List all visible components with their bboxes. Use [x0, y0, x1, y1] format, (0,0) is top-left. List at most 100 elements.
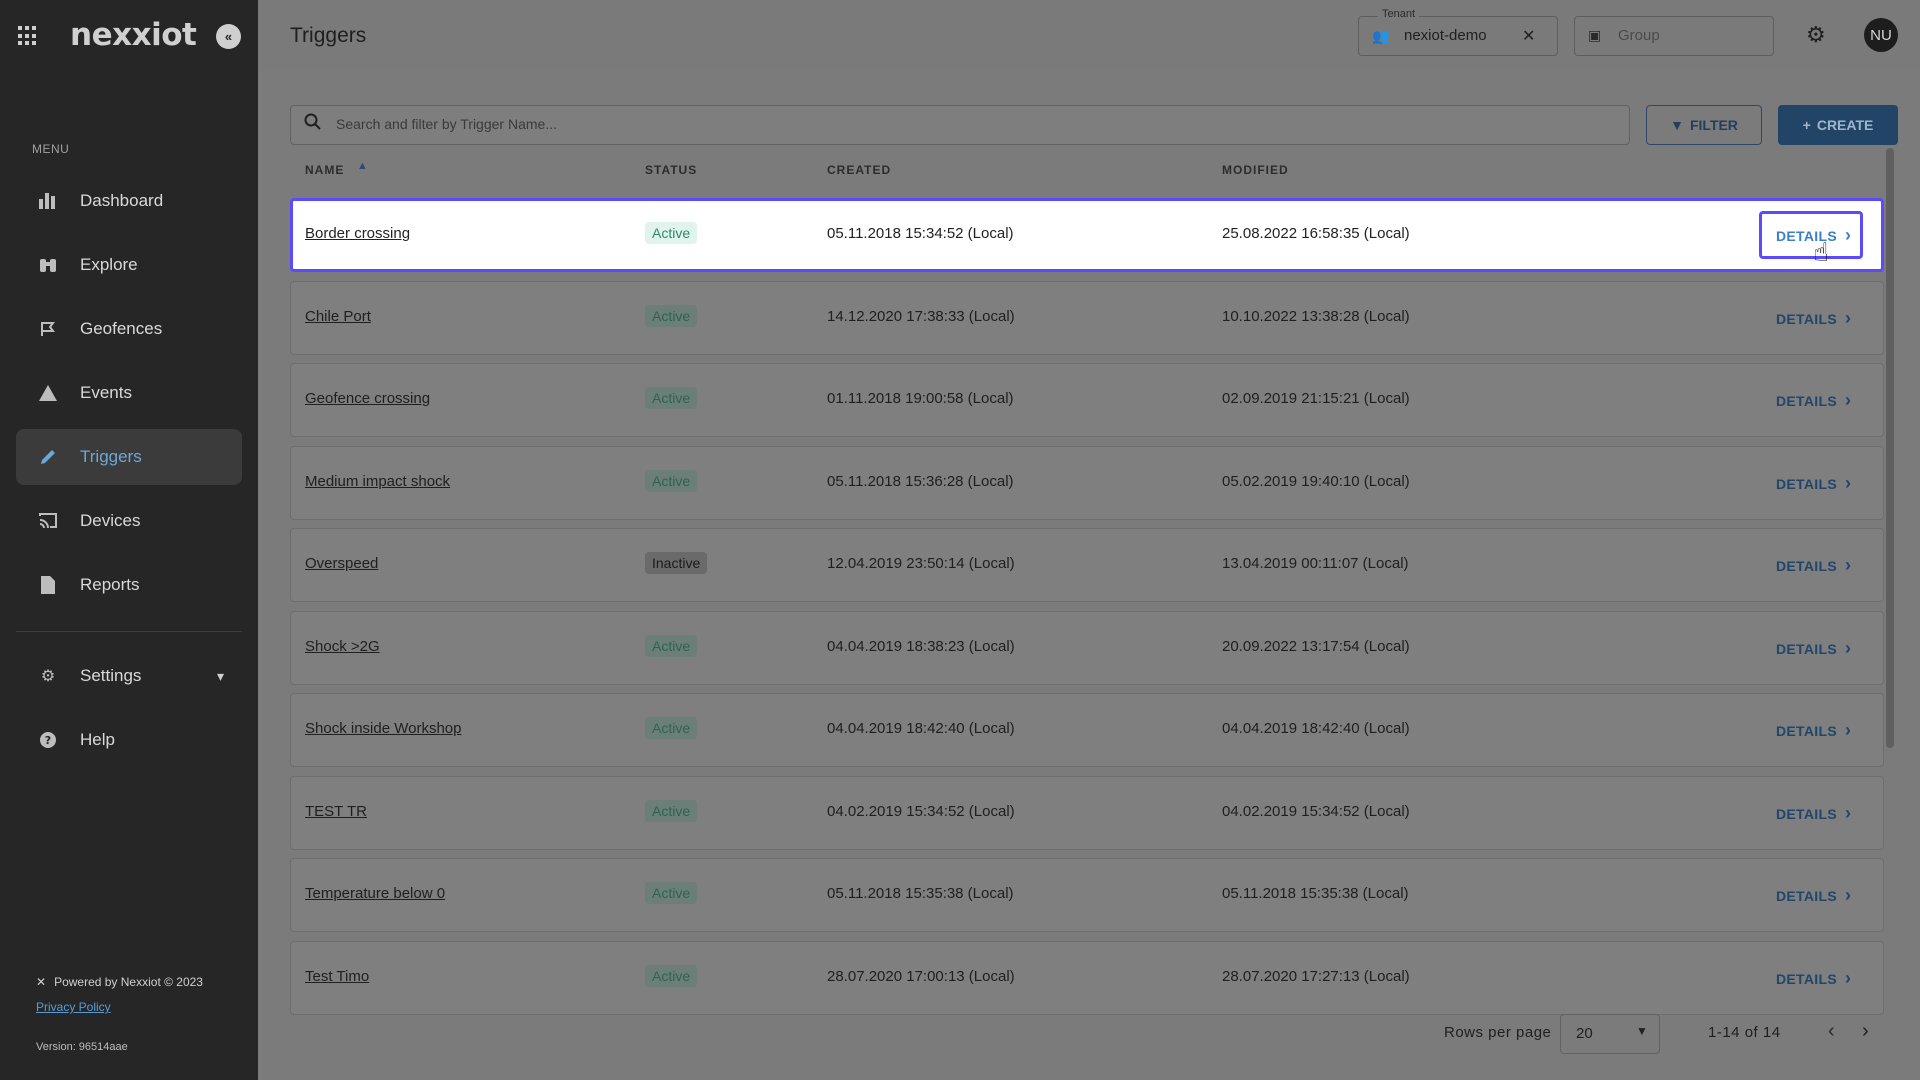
- status-badge: Active: [645, 800, 698, 822]
- table-row[interactable]: Chile Port Active 14.12.2020 17:38:33 (Loc…: [290, 281, 1884, 355]
- column-header-modified: MODIFIED: [1222, 163, 1289, 177]
- created-date: 12.04.2019 23:50:14 (Local): [827, 555, 1015, 572]
- table-row[interactable]: TEST TR Active 04.02.2019 15:34:52 (Local)…: [290, 776, 1884, 850]
- status-badge: Active: [645, 717, 698, 739]
- details-label: DETAILS: [1776, 970, 1837, 987]
- trigger-name-link[interactable]: Medium impact shock: [305, 473, 450, 490]
- details-button[interactable]: DETAILS ›: [1776, 473, 1851, 494]
- sidebar-item-devices[interactable]: Devices: [16, 493, 242, 549]
- modified-date: 20.09.2022 13:17:54 (Local): [1222, 638, 1410, 655]
- trigger-name-link[interactable]: Overspeed: [305, 555, 378, 572]
- rows-per-page-label: Rows per page: [1444, 1024, 1552, 1041]
- table-row[interactable]: Shock inside Workshop Active 04.04.2019 18…: [290, 693, 1884, 767]
- modified-date: 10.10.2022 13:38:28 (Local): [1222, 308, 1410, 325]
- details-label: DETAILS: [1776, 887, 1837, 904]
- column-header-created: CREATED: [827, 163, 892, 177]
- plus-icon: +: [1802, 117, 1811, 133]
- table-row[interactable]: Shock >2G Active 04.04.2019 18:38:23 (Loca…: [290, 611, 1884, 685]
- people-icon: 👥: [1372, 28, 1390, 44]
- table-row[interactable]: Overspeed Inactive 12.04.2019 23:50:14 (Lo…: [290, 528, 1884, 602]
- sidebar-item-help[interactable]: ? Help: [16, 712, 242, 768]
- sidebar-item-label: Help: [80, 730, 115, 749]
- modified-date: 05.11.2018 15:35:38 (Local): [1222, 885, 1409, 902]
- created-date: 04.04.2019 18:42:40 (Local): [827, 720, 1015, 737]
- details-button[interactable]: DETAILS ›: [1776, 555, 1851, 576]
- header: Triggers Tenant 👥 nexiot-demo ✕ ▣ Group …: [258, 0, 1920, 70]
- sidebar-item-dashboard[interactable]: Dashboard: [16, 173, 242, 229]
- table-row[interactable]: Geofence crossing Active 01.11.2018 19:00:…: [290, 363, 1884, 437]
- focus-outline: [1759, 211, 1863, 259]
- details-button[interactable]: DETAILS ›: [1776, 390, 1851, 411]
- trigger-name-link[interactable]: Shock inside Workshop: [305, 720, 461, 737]
- modified-date: 28.07.2020 17:27:13 (Local): [1222, 968, 1410, 985]
- sidebar-item-triggers[interactable]: Triggers: [16, 429, 242, 485]
- status-badge: Inactive: [645, 552, 708, 574]
- trigger-name-link[interactable]: Shock >2G: [305, 638, 380, 655]
- menu-label: MENU: [32, 142, 70, 156]
- chevron-right-icon: ›: [1844, 968, 1852, 988]
- table-row[interactable]: Border crossing Active 05.11.2018 15:34:52…: [290, 198, 1884, 272]
- dashboard-icon: [38, 191, 58, 211]
- apps-grid-icon[interactable]: [18, 26, 38, 46]
- details-button[interactable]: DETAILS ›: [1776, 803, 1851, 824]
- chevron-right-icon: ›: [1844, 308, 1852, 328]
- sort-ascending-icon[interactable]: ▲: [357, 160, 368, 172]
- previous-page-icon[interactable]: ‹: [1828, 1020, 1835, 1043]
- modified-date: 02.09.2019 21:15:21 (Local): [1222, 390, 1410, 407]
- status-badge: Active: [645, 470, 698, 492]
- status-badge: Active: [645, 222, 698, 244]
- sidebar-item-geofences[interactable]: Geofences: [16, 301, 242, 357]
- avatar[interactable]: NU: [1864, 18, 1898, 52]
- trigger-name-link[interactable]: Temperature below 0: [305, 885, 445, 902]
- details-button[interactable]: DETAILS ›: [1776, 968, 1851, 989]
- nexxiot-mark-icon: ✕: [36, 975, 47, 989]
- trigger-name-link[interactable]: Border crossing: [305, 225, 410, 242]
- trigger-name-link[interactable]: Chile Port: [305, 308, 371, 325]
- document-icon: [38, 575, 58, 595]
- created-date: 05.11.2018 15:34:52 (Local): [827, 225, 1014, 242]
- sidebar-item-label: Settings: [80, 666, 142, 685]
- close-icon[interactable]: ✕: [1522, 26, 1535, 46]
- group-select[interactable]: [1574, 16, 1774, 56]
- chevron-right-icon: ›: [1844, 885, 1852, 905]
- next-page-icon[interactable]: ›: [1862, 1020, 1869, 1043]
- cast-icon: [38, 511, 58, 531]
- collapse-sidebar-button[interactable]: «: [216, 24, 241, 49]
- trigger-name-link[interactable]: Geofence crossing: [305, 390, 430, 407]
- created-date: 04.04.2019 18:38:23 (Local): [827, 638, 1015, 655]
- create-label: CREATE: [1816, 117, 1874, 133]
- sidebar-item-events[interactable]: Events: [16, 365, 242, 421]
- chevron-right-icon: ›: [1844, 803, 1852, 823]
- created-date: 05.11.2018 15:36:28 (Local): [827, 473, 1014, 490]
- scrollbar[interactable]: [1886, 148, 1894, 748]
- sidebar-item-label: Geofences: [80, 319, 163, 338]
- table-row[interactable]: Test Timo Active 28.07.2020 17:00:13 (Loca…: [290, 941, 1884, 1015]
- trigger-name-link[interactable]: TEST TR: [305, 803, 367, 820]
- create-button[interactable]: + CREATE: [1778, 105, 1898, 145]
- settings-gear-icon[interactable]: ⚙: [1806, 22, 1826, 48]
- details-button[interactable]: DETAILS ›: [1776, 638, 1851, 659]
- table-row[interactable]: Temperature below 0 Active 05.11.2018 15:3…: [290, 858, 1884, 932]
- details-button[interactable]: DETAILS ›: [1776, 885, 1851, 906]
- trigger-name-link[interactable]: Test Timo: [305, 968, 369, 985]
- group-placeholder: Group: [1618, 27, 1660, 44]
- details-label: DETAILS: [1776, 640, 1837, 657]
- tenant-value: nexiot-demo: [1404, 27, 1487, 44]
- column-header-name[interactable]: NAME: [305, 163, 344, 177]
- privacy-policy-link[interactable]: Privacy Policy: [36, 1000, 111, 1014]
- sidebar: nexxiot « MENU Dashboard Explore Geofenc…: [0, 0, 258, 1080]
- details-button[interactable]: DETAILS ›: [1776, 720, 1851, 741]
- sidebar-item-reports[interactable]: Reports: [16, 557, 242, 613]
- sidebar-item-label: Explore: [80, 255, 138, 274]
- sidebar-item-settings[interactable]: ⚙ Settings ▾: [16, 648, 242, 704]
- details-button[interactable]: DETAILS ›: [1776, 308, 1851, 329]
- status-badge: Active: [645, 882, 698, 904]
- table-row[interactable]: Medium impact shock Active 05.11.2018 15:3…: [290, 446, 1884, 520]
- chevron-right-icon: ›: [1844, 390, 1852, 410]
- sidebar-item-explore[interactable]: Explore: [16, 237, 242, 293]
- details-label: DETAILS: [1776, 805, 1837, 822]
- filter-button[interactable]: ▼ FILTER: [1646, 105, 1762, 145]
- details-label: DETAILS: [1776, 392, 1837, 409]
- status-badge: Active: [645, 635, 698, 657]
- created-date: 04.02.2019 15:34:52 (Local): [827, 803, 1015, 820]
